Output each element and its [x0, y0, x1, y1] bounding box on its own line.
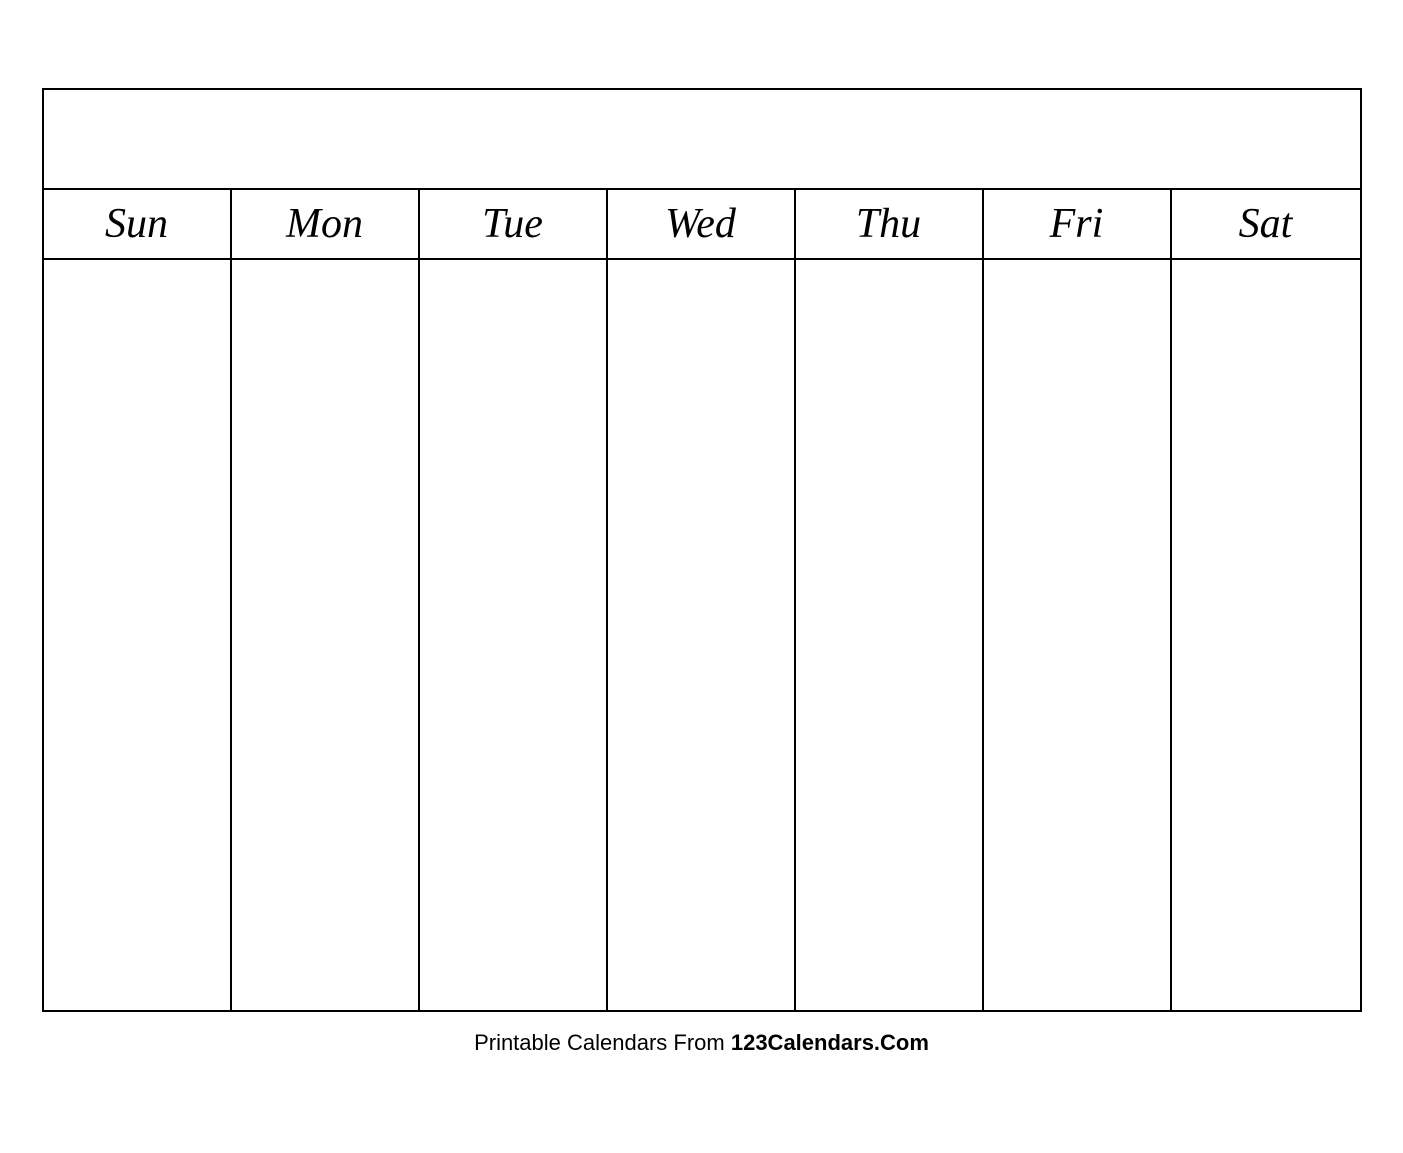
page-wrapper: Sun Mon Tue Wed Thu Fri Sat	[0, 0, 1403, 1153]
calendar-cell[interactable]	[420, 260, 608, 410]
calendar-cell[interactable]	[420, 710, 608, 860]
calendar-cell[interactable]	[44, 710, 232, 860]
calendar-cell[interactable]	[1172, 860, 1360, 1010]
footer: Printable Calendars From 123Calendars.Co…	[474, 1030, 929, 1056]
header-wed: Wed	[608, 190, 796, 258]
calendar-container: Sun Mon Tue Wed Thu Fri Sat	[42, 88, 1362, 1012]
calendar-body	[44, 260, 1360, 1010]
calendar-cell[interactable]	[420, 410, 608, 560]
header-mon: Mon	[232, 190, 420, 258]
calendar-cell[interactable]	[984, 860, 1172, 1010]
calendar-cell[interactable]	[420, 560, 608, 710]
calendar-cell[interactable]	[796, 410, 984, 560]
calendar-cell[interactable]	[232, 260, 420, 410]
calendar-week-3	[44, 560, 1360, 710]
calendar-week-5	[44, 860, 1360, 1010]
calendar-cell[interactable]	[796, 560, 984, 710]
calendar-cell[interactable]	[984, 710, 1172, 860]
calendar-cell[interactable]	[984, 560, 1172, 710]
header-sun: Sun	[44, 190, 232, 258]
header-sat: Sat	[1172, 190, 1360, 258]
calendar-header: Sun Mon Tue Wed Thu Fri Sat	[44, 190, 1360, 260]
calendar-cell[interactable]	[796, 860, 984, 1010]
calendar-cell[interactable]	[608, 710, 796, 860]
calendar-week-1	[44, 260, 1360, 410]
footer-normal-text: Printable Calendars From	[474, 1030, 731, 1055]
calendar-cell[interactable]	[44, 860, 232, 1010]
calendar-cell[interactable]	[608, 260, 796, 410]
calendar-cell[interactable]	[984, 410, 1172, 560]
header-tue: Tue	[420, 190, 608, 258]
header-fri: Fri	[984, 190, 1172, 258]
calendar-cell[interactable]	[232, 710, 420, 860]
calendar-cell[interactable]	[984, 260, 1172, 410]
calendar-week-4	[44, 710, 1360, 860]
calendar-cell[interactable]	[420, 860, 608, 1010]
calendar-cell[interactable]	[232, 860, 420, 1010]
calendar-cell[interactable]	[608, 860, 796, 1010]
calendar-title-area	[44, 90, 1360, 190]
calendar-cell[interactable]	[44, 260, 232, 410]
calendar-cell[interactable]	[796, 710, 984, 860]
calendar-cell[interactable]	[1172, 260, 1360, 410]
calendar-cell[interactable]	[44, 560, 232, 710]
calendar-cell[interactable]	[1172, 710, 1360, 860]
calendar-week-2	[44, 410, 1360, 560]
footer-bold-text: 123Calendars.Com	[731, 1030, 929, 1055]
calendar-cell[interactable]	[232, 410, 420, 560]
header-thu: Thu	[796, 190, 984, 258]
calendar-cell[interactable]	[44, 410, 232, 560]
calendar-cell[interactable]	[608, 560, 796, 710]
calendar-cell[interactable]	[608, 410, 796, 560]
calendar-cell[interactable]	[1172, 560, 1360, 710]
calendar-cell[interactable]	[1172, 410, 1360, 560]
calendar-cell[interactable]	[796, 260, 984, 410]
calendar-cell[interactable]	[232, 560, 420, 710]
